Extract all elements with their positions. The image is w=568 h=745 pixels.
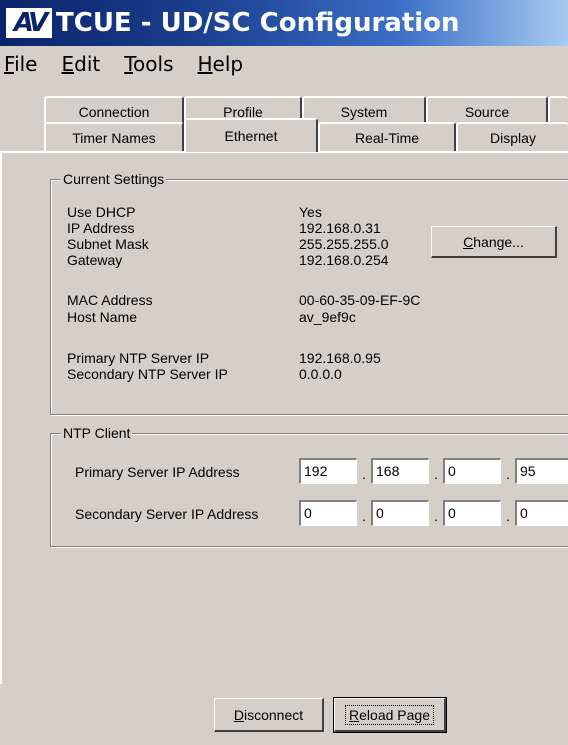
secondary-server-label: Secondary Server IP Address	[75, 506, 259, 522]
secondary-dot-1: .	[362, 508, 366, 524]
ethernet-panel: Current Settings Use DHCP Yes IP Address…	[0, 151, 568, 684]
tab-real-time[interactable]: Real-Time	[318, 122, 456, 152]
reload-page-button-label: eload Page	[359, 706, 430, 723]
mac-address-value: 00-60-35-09-EF-9C	[299, 292, 421, 308]
disconnect-button-mnemonic: D	[233, 706, 244, 723]
menu-help-mnemonic: H	[197, 52, 213, 76]
change-button-mnemonic: C	[463, 233, 474, 250]
menu-tools-mnemonic: T	[124, 52, 134, 76]
menu-edit-mnemonic: E	[61, 52, 75, 76]
tab-source-label: Source	[464, 104, 510, 120]
subnet-mask-label: Subnet Mask	[67, 236, 149, 252]
primary-octet-1-input[interactable]: 192	[299, 458, 357, 484]
menu-tools[interactable]: Tools	[124, 52, 173, 76]
primary-dot-2: .	[434, 466, 438, 482]
menu-file[interactable]: File	[4, 52, 37, 76]
tab-connection-label: Connection	[78, 104, 150, 120]
tab-timer-names-label: Timer Names	[72, 130, 156, 146]
ntp-client-group: NTP Client Primary Server IP Address 192…	[50, 425, 568, 547]
tab-real-time-label: Real-Time	[354, 130, 420, 146]
gateway-label: Gateway	[67, 252, 123, 268]
ip-address-value: 192.168.0.31	[299, 220, 381, 236]
app-logo-icon: AV	[6, 8, 52, 38]
logo-text: AV	[13, 8, 49, 38]
tab-ethernet[interactable]: Ethernet	[184, 118, 318, 152]
primary-ntp-label: Primary NTP Server IP	[67, 350, 210, 366]
change-button[interactable]: Change...	[431, 226, 557, 258]
primary-dot-3: .	[506, 466, 510, 482]
primary-octet-4-input[interactable]: 95	[515, 458, 568, 484]
menu-help[interactable]: Help	[198, 52, 244, 76]
menu-file-mnemonic: F	[4, 52, 15, 76]
tab-display[interactable]: Display	[456, 122, 568, 152]
use-dhcp-label: Use DHCP	[67, 204, 136, 220]
ip-address-label: IP Address	[67, 220, 135, 236]
menu-edit-label: dit	[74, 52, 101, 76]
host-name-label: Host Name	[67, 309, 138, 325]
primary-octet-2-input[interactable]: 168	[371, 458, 429, 484]
primary-ntp-value: 192.168.0.95	[299, 350, 381, 366]
host-name-value: av_9ef9c	[299, 309, 356, 325]
secondary-octet-2-input[interactable]: 0	[371, 500, 429, 526]
secondary-octet-4-input[interactable]: 0	[515, 500, 568, 526]
title-bar: AV TCUE - UD/SC Configuration	[0, 0, 568, 46]
tab-display-label: Display	[490, 130, 536, 146]
disconnect-button[interactable]: Disconnect	[214, 698, 324, 732]
window-title: TCUE - UD/SC Configuration	[56, 8, 460, 38]
current-settings-legend: Current Settings	[61, 171, 167, 187]
tab-ethernet-label: Ethernet	[224, 128, 278, 144]
change-button-label: hange...	[473, 233, 524, 250]
reload-page-button[interactable]: Reload Page	[333, 697, 447, 733]
reload-page-focus-ring: Reload Page	[345, 704, 434, 725]
gateway-value: 192.168.0.254	[299, 252, 389, 268]
menu-help-label: elp	[212, 52, 244, 76]
tab-timer-names[interactable]: Timer Names	[44, 122, 184, 152]
ntp-client-legend: NTP Client	[61, 425, 133, 441]
mac-address-label: MAC Address	[67, 292, 153, 308]
use-dhcp-value: Yes	[299, 204, 322, 220]
secondary-octet-1-input[interactable]: 0	[299, 500, 357, 526]
primary-server-label: Primary Server IP Address	[75, 464, 240, 480]
secondary-ntp-value: 0.0.0.0	[299, 366, 342, 382]
primary-dot-1: .	[362, 466, 366, 482]
secondary-octet-3-input[interactable]: 0	[443, 500, 501, 526]
menu-tools-label: ools	[133, 52, 174, 76]
secondary-dot-3: .	[506, 508, 510, 524]
reload-page-button-mnemonic: R	[349, 706, 360, 723]
subnet-mask-value: 255.255.255.0	[299, 236, 389, 252]
menu-bar: File Edit Tools Help	[0, 46, 568, 82]
secondary-ntp-label: Secondary NTP Server IP	[67, 366, 228, 382]
current-settings-group: Current Settings Use DHCP Yes IP Address…	[50, 171, 568, 415]
tab-strip: Connection Profile System Source Timer N…	[0, 88, 568, 154]
secondary-dot-2: .	[434, 508, 438, 524]
menu-edit[interactable]: Edit	[61, 52, 100, 76]
disconnect-button-label: isconnect	[243, 706, 304, 723]
menu-file-label: ile	[14, 52, 38, 76]
primary-octet-3-input[interactable]: 0	[443, 458, 501, 484]
tab-system-label: System	[340, 104, 388, 120]
